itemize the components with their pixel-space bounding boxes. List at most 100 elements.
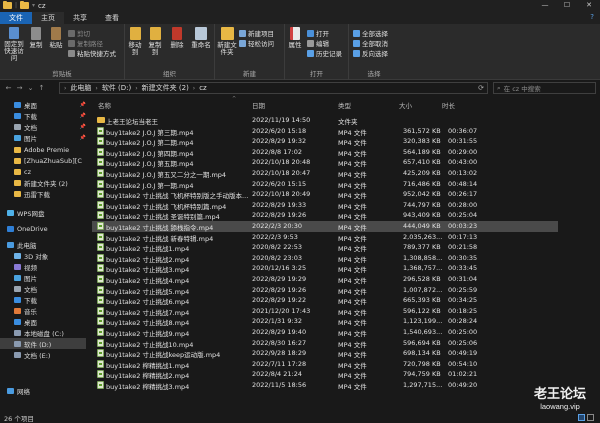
nav-item[interactable]: 文档 (E:) <box>0 349 86 360</box>
nav-item[interactable]: 网络 <box>0 385 86 396</box>
recent-locations-button[interactable]: ⌄ <box>25 84 36 92</box>
file-row[interactable]: buy1take2 寸止挑战9.mp4 2022/8/29 19:40 MP4 文件… <box>92 327 558 338</box>
nav-item[interactable]: 图片 📌 <box>0 132 86 143</box>
column-name[interactable]: 名称 <box>98 100 111 110</box>
nav-item[interactable]: 视频 <box>0 261 86 272</box>
nav-item[interactable]: 本地磁盘 (C:) <box>0 327 86 338</box>
scissors-icon <box>68 29 75 37</box>
breadcrumb-this-pc[interactable]: 此电脑 <box>70 83 91 93</box>
cut-button[interactable]: 剪切 <box>68 28 90 38</box>
file-row[interactable]: buy1take2 寸止挑战 飞机杯特别版之手动版本... 2022/10/18 … <box>92 189 558 200</box>
file-row[interactable]: buy1take2 J.O.J 第五又二分之一期.mp4 2022/10/18 2… <box>92 168 558 179</box>
details-view-icon[interactable] <box>578 414 585 421</box>
nav-item[interactable]: [ZhuaZhuaSub][C <box>0 155 86 166</box>
file-row[interactable]: buy1take2 J.O.J 第四期.mp4 2022/8/8 17:02 MP4… <box>92 147 558 158</box>
file-row[interactable]: buy1take2 寸止挑战 圣诞特别篇.mp4 2022/8/29 19:26 M… <box>92 210 558 221</box>
nav-item[interactable]: 音乐 <box>0 305 86 316</box>
tab-share[interactable]: 共享 <box>64 12 96 24</box>
file-row[interactable]: buy1take2 寸止挑战6.mp4 2022/8/29 19:22 MP4 文件… <box>92 295 558 306</box>
column-size[interactable]: 大小 <box>399 100 412 110</box>
file-row[interactable]: buy1take2 J.O.J 第五期.mp4 2022/10/18 20:48 M… <box>92 157 558 168</box>
copy-path-button[interactable]: 复制路径 <box>68 38 103 48</box>
select-all-button[interactable]: 全部选择 <box>353 28 388 38</box>
nav-item[interactable]: 文档 <box>0 283 86 294</box>
file-row[interactable]: buy1take2 J.O.J 第三期.mp4 2022/6/20 15:18 MP… <box>92 126 558 137</box>
file-row[interactable]: buy1take2 榨精挑战3.mp4 2022/11/5 18:56 MP4 文件… <box>92 380 558 391</box>
select-none-button[interactable]: 全部取消 <box>353 38 388 48</box>
nav-item[interactable]: 图片 <box>0 272 86 283</box>
new-item-button[interactable]: 新建项目 <box>239 28 274 38</box>
address-box[interactable]: › 此电脑 › 软件 (D:) › 新建文件夹 (2) › cz ⟳ <box>59 82 488 94</box>
file-row[interactable]: buy1take2 寸止挑战1.mp4 2020/8/2 22:53 MP4 文件 7… <box>92 242 558 253</box>
search-box[interactable]: ⌕ 在 cz 中搜索 <box>493 82 596 94</box>
delete-button[interactable]: 删除 <box>169 27 185 49</box>
nav-item[interactable]: 桌面 <box>0 316 86 327</box>
nav-item[interactable]: cz <box>0 166 86 177</box>
edit-button[interactable]: 编辑 <box>307 38 329 48</box>
refresh-icon[interactable]: ⟳ <box>478 84 484 92</box>
new-folder-button[interactable]: 新建文件夹 <box>217 27 237 56</box>
breadcrumb-drive-d[interactable]: 软件 (D:) <box>102 83 131 93</box>
pin-to-quick-access-button[interactable]: 固定到快速访问 <box>2 27 26 62</box>
file-row[interactable]: buy1take2 寸止挑战7.mp4 2021/12/20 17:43 MP4 文… <box>92 306 558 317</box>
maximize-button[interactable]: ☐ <box>556 0 578 11</box>
tab-view[interactable]: 查看 <box>96 12 128 24</box>
breadcrumb-cz[interactable]: cz <box>199 84 207 92</box>
easy-access-button[interactable]: 轻松访问 <box>239 38 274 48</box>
move-to-button[interactable]: 移动到 <box>127 27 143 56</box>
column-duration[interactable]: 时长 <box>442 100 455 110</box>
quick-access-folder-icon[interactable] <box>20 1 30 9</box>
file-row[interactable]: buy1take2 榨精挑战2.mp4 2022/8/4 21:24 MP4 文件 7… <box>92 369 558 380</box>
file-row[interactable]: buy1take2 寸止挑战 舔栈指令.mp4 2022/2/3 20:30 MP4… <box>92 221 558 232</box>
quick-access-dropdown-icon[interactable]: ▾ <box>32 2 35 9</box>
copy-to-button[interactable]: 复制到 <box>147 27 163 56</box>
column-type[interactable]: 类型 <box>338 100 351 110</box>
file-row[interactable]: buy1take2 寸止挑战4.mp4 2022/8/29 19:29 MP4 文件… <box>92 274 558 285</box>
back-button[interactable]: ← <box>3 84 14 92</box>
close-button[interactable]: ✕ <box>578 0 600 11</box>
file-row[interactable]: buy1take2 寸止挑战 新春特辑.mp4 2022/2/3 9:53 MP4 … <box>92 232 558 243</box>
file-row[interactable]: buy1take2 寸止挑战 飞机杯特别篇.mp4 2022/8/29 19:33… <box>92 200 558 211</box>
nav-item[interactable]: 此电脑 <box>0 239 86 250</box>
file-row[interactable]: buy1take2 寸止挑战keep运动版.mp4 2022/9/28 18:29… <box>92 348 558 359</box>
file-row[interactable]: buy1take2 寸止挑战3.mp4 2020/12/16 3:25 MP4 文件… <box>92 263 558 274</box>
file-row[interactable]: buy1take2 寸止挑战5.mp4 2022/8/29 19:26 MP4 文件… <box>92 285 558 296</box>
file-row[interactable]: buy1take2 寸止挑战2.mp4 2020/8/2 23:03 MP4 文件 1… <box>92 253 558 264</box>
nav-item[interactable]: 桌面 📌 <box>0 99 86 110</box>
forward-button[interactable]: → <box>14 84 25 92</box>
large-icons-view-icon[interactable] <box>587 414 594 421</box>
nav-item[interactable]: 迅雷下载 <box>0 188 86 199</box>
nav-item[interactable]: 3D 对象 <box>0 250 86 261</box>
properties-button[interactable]: 属性 <box>287 27 303 49</box>
help-icon[interactable]: ? <box>590 13 594 21</box>
file-row[interactable]: buy1take2 J.O.J 第一期.mp4 2022/6/20 15:15 MP… <box>92 179 558 190</box>
tab-file[interactable]: 文件 <box>0 12 32 24</box>
file-row[interactable]: buy1take2 寸止挑战8.mp4 2022/1/31 9:32 MP4 文件 1… <box>92 316 558 327</box>
open-button[interactable]: 打开 <box>307 28 329 38</box>
file-row[interactable]: 上老王论坛当老王 2022/11/19 14:50 文件夹 <box>92 115 558 126</box>
file-row[interactable]: buy1take2 J.O.J 第二期.mp4 2022/8/29 19:32 MP… <box>92 136 558 147</box>
copy-button[interactable]: 复制 <box>28 27 44 49</box>
paste-button[interactable]: 粘贴 <box>48 27 64 49</box>
file-row[interactable]: buy1take2 寸止挑战10.mp4 2022/8/30 16:27 MP4 文… <box>92 338 558 349</box>
nav-item[interactable]: OneDrive <box>0 223 86 234</box>
search-input[interactable]: 在 cz 中搜索 <box>504 83 541 93</box>
paste-shortcut-button[interactable]: 粘贴快捷方式 <box>68 48 116 58</box>
minimize-button[interactable]: — <box>534 0 556 11</box>
file-row[interactable]: buy1take2 榨精挑战1.mp4 2022/7/11 17:28 MP4 文件… <box>92 359 558 370</box>
nav-item[interactable]: 下载 📌 <box>0 110 86 121</box>
nav-item[interactable]: 软件 (D:) <box>0 338 86 349</box>
tab-home[interactable]: 主页 <box>32 12 64 24</box>
up-button[interactable]: ↑ <box>36 84 47 92</box>
nav-item[interactable]: 文档 📌 <box>0 121 86 132</box>
column-date[interactable]: 日期 <box>252 100 265 110</box>
history-button[interactable]: 历史记录 <box>307 48 342 58</box>
invert-selection-button[interactable]: 反向选择 <box>353 48 388 58</box>
nav-item[interactable]: WPS网盘 <box>0 207 86 218</box>
breadcrumb-new-folder-2[interactable]: 新建文件夹 (2) <box>142 83 189 93</box>
nav-item[interactable]: 下载 <box>0 294 86 305</box>
nav-item[interactable]: Adobe Premie <box>0 144 86 155</box>
rename-button[interactable]: 重命名 <box>189 27 213 49</box>
nav-item[interactable]: 新建文件夹 (2) <box>0 177 86 188</box>
navigation-pane[interactable]: 桌面 📌 下载 📌 文档 📌 图片 📌 Adobe Premie [ZhuaZhuaSub][C c… <box>0 96 86 423</box>
